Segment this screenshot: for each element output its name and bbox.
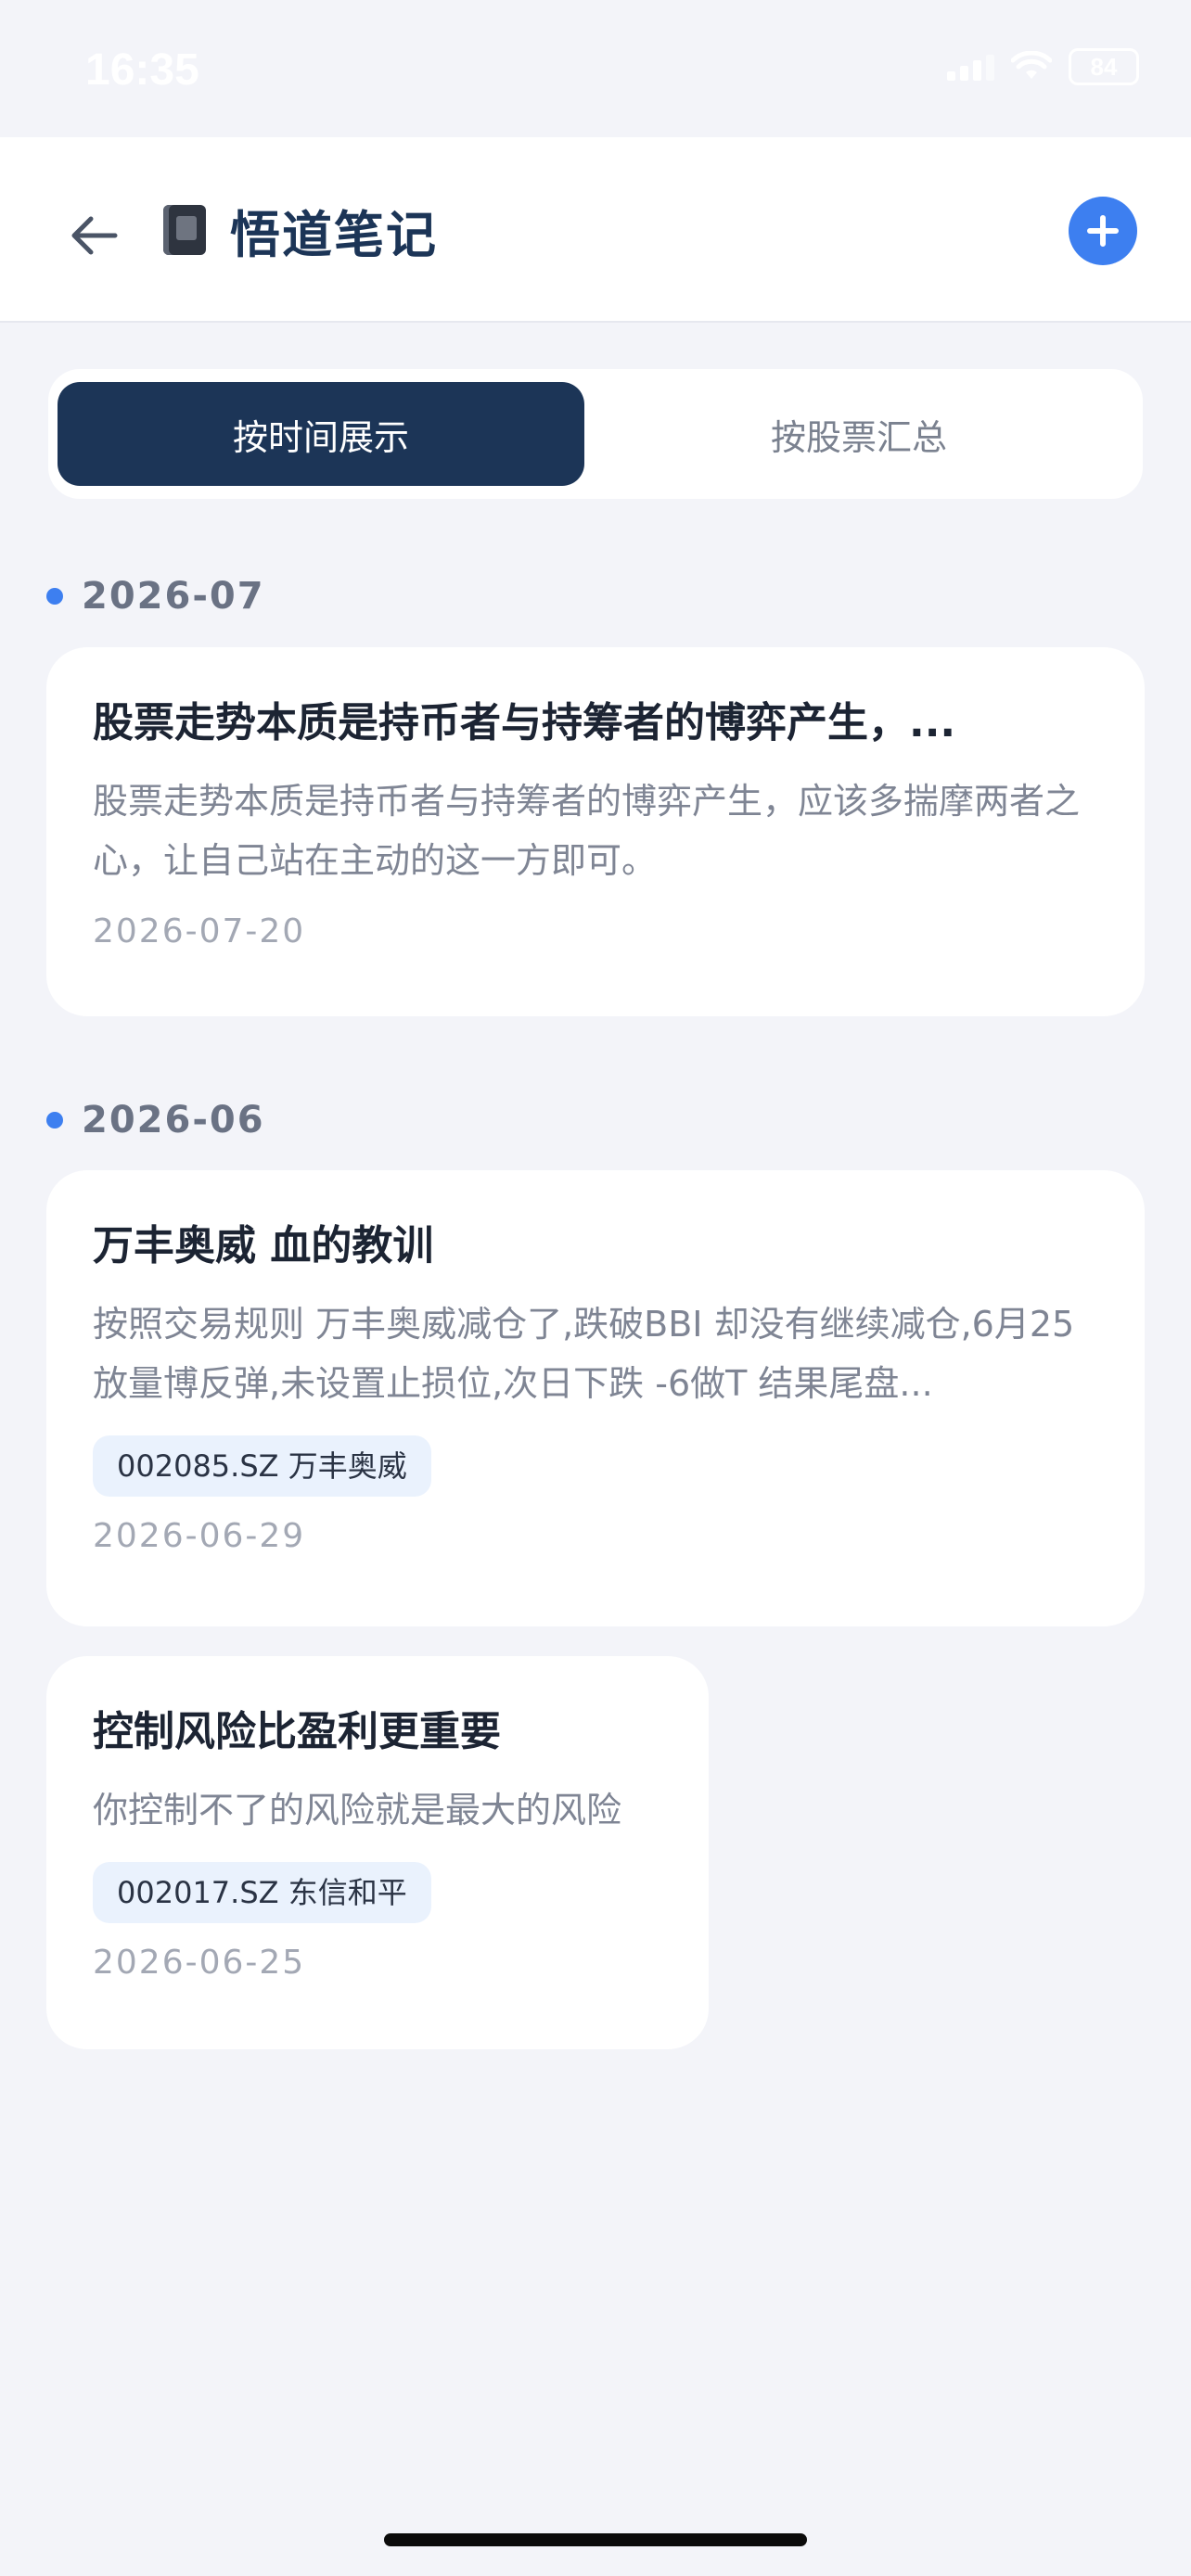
page-title: 悟道笔记 (230, 205, 438, 264)
month-label: 2026-06 (82, 1099, 265, 1141)
stock-tag[interactable]: 002085.SZ 万丰奥威 (93, 1435, 431, 1497)
month-dot (46, 1112, 63, 1129)
note-date: 2026-06-29 (93, 1517, 306, 1555)
tab-by-stock[interactable]: 按股票汇总 (584, 382, 1133, 486)
status-icons: 84 (947, 48, 1139, 85)
note-card[interactable]: 股票走势本质是持币者与持筹者的博弈产生，... 股票走势本质是持币者与持筹者的博… (46, 647, 1145, 1016)
view-mode-segment: 按时间展示 按股票汇总 (48, 369, 1143, 499)
note-title: 控制风险比盈利更重要 (93, 1708, 501, 1755)
back-arrow-icon (71, 216, 118, 255)
month-heading: 2026-06 (46, 1099, 265, 1141)
cellular-signal-icon (947, 53, 994, 81)
note-card[interactable]: 控制风险比盈利更重要 你控制不了的风险就是最大的风险 002017.SZ 东信和… (46, 1656, 709, 2049)
title-group: 悟道笔记 (163, 193, 438, 267)
month-heading: 2026-07 (46, 575, 265, 618)
stock-tag[interactable]: 002017.SZ 东信和平 (93, 1862, 431, 1923)
home-indicator (384, 2533, 807, 2546)
status-time: 16:35 (85, 45, 199, 95)
note-date: 2026-07-20 (93, 912, 306, 950)
plus-icon (1087, 215, 1119, 247)
note-body: 你控制不了的风险就是最大的风险 (93, 1790, 622, 1830)
month-dot (46, 588, 63, 605)
tab-by-time[interactable]: 按时间展示 (58, 382, 584, 486)
status-bar: 16:35 84 (0, 0, 1191, 137)
note-date: 2026-06-25 (93, 1944, 306, 1982)
note-title: 万丰奥威 血的教训 (93, 1222, 434, 1269)
note-title: 股票走势本质是持币者与持筹者的博弈产生，... (93, 699, 956, 746)
month-label: 2026-07 (82, 575, 265, 618)
notebook-icon (163, 205, 206, 255)
note-card[interactable]: 万丰奥威 血的教训 按照交易规则 万丰奥威减仓了,跌破BBI 却没有继续减仓,6… (46, 1170, 1145, 1626)
back-button[interactable] (56, 198, 130, 273)
battery-icon: 84 (1069, 48, 1139, 85)
wifi-icon (1011, 51, 1052, 79)
app-header: 悟道笔记 (0, 137, 1191, 323)
note-body: 股票走势本质是持币者与持筹者的博弈产生，应该多揣摩两者之心，让自己站在主动的这一… (93, 781, 1081, 881)
add-note-button[interactable] (1069, 197, 1137, 265)
note-body: 按照交易规则 万丰奥威减仓了,跌破BBI 却没有继续减仓,6月25放量博反弹,未… (93, 1304, 1075, 1404)
